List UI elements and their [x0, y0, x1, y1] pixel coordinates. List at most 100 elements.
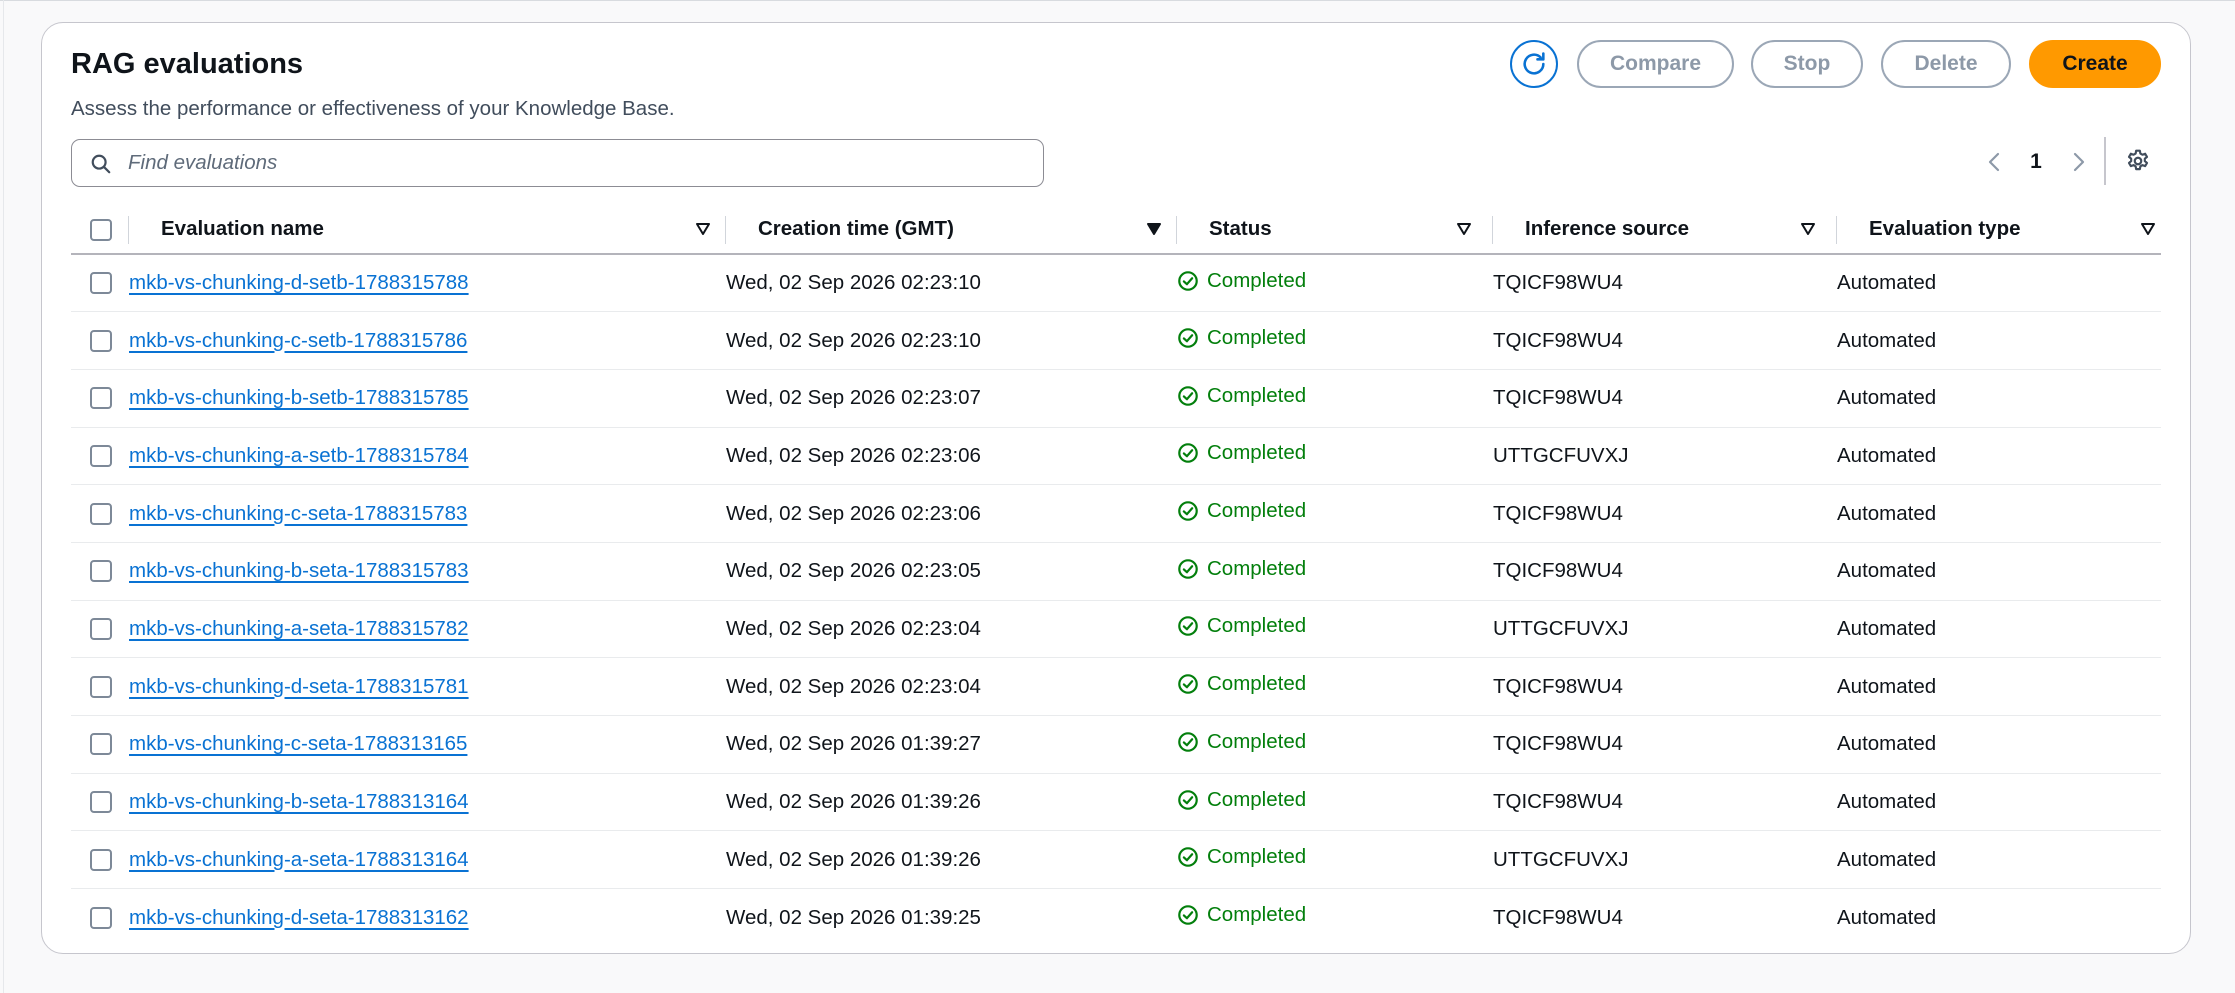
- evaluation-name-link[interactable]: mkb-vs-chunking-c-seta-1788313165: [129, 732, 467, 755]
- search-input[interactable]: [126, 146, 1026, 180]
- table-row: mkb-vs-chunking-a-seta-1788313164 Wed, 0…: [71, 830, 2161, 890]
- check-circle-icon: [1178, 328, 1198, 348]
- row-checkbox[interactable]: [90, 791, 112, 814]
- status-indicator: Completed: [1177, 326, 1306, 350]
- evaluation-name-link[interactable]: mkb-vs-chunking-d-setb-1788315788: [129, 271, 469, 294]
- inference-source-cell: TQICF98WU4: [1493, 542, 1837, 601]
- status-indicator: Completed: [1177, 614, 1306, 638]
- status-text: Completed: [1207, 556, 1307, 580]
- table-row: mkb-vs-chunking-d-setb-1788315788 Wed, 0…: [71, 254, 2161, 313]
- status-indicator: Completed: [1177, 384, 1306, 408]
- row-checkbox[interactable]: [90, 675, 112, 698]
- row-checkbox[interactable]: [90, 733, 112, 756]
- delete-button[interactable]: Delete: [1881, 40, 2011, 88]
- status-cell: Completed: [1177, 369, 1493, 428]
- search-box[interactable]: [71, 139, 1044, 187]
- inference-source-cell: TQICF98WU4: [1493, 369, 1837, 428]
- creation-time-cell: Wed, 02 Sep 2026 02:23:06: [726, 427, 1177, 486]
- row-select-cell: [71, 369, 129, 428]
- column-header-label: Creation time (GMT): [758, 217, 954, 240]
- row-checkbox[interactable]: [90, 444, 112, 467]
- evaluation-name-cell: mkb-vs-chunking-b-setb-1788315785: [129, 369, 726, 428]
- inference-source-cell: UTTGCFUVXJ: [1493, 427, 1837, 486]
- column-header-inference-source[interactable]: Inference source: [1493, 206, 1837, 255]
- sort-unsorted-icon[interactable]: [2139, 220, 2157, 238]
- inference-source-cell: TQICF98WU4: [1493, 484, 1837, 543]
- row-checkbox[interactable]: [90, 329, 112, 352]
- evaluation-type-cell: Automated: [1837, 773, 2161, 832]
- row-select-cell: [71, 427, 129, 486]
- table-row: mkb-vs-chunking-d-seta-1788313162 Wed, 0…: [71, 889, 2161, 947]
- evaluation-type-cell: Automated: [1837, 311, 2161, 370]
- evaluation-name-cell: mkb-vs-chunking-c-seta-1788313165: [129, 715, 726, 774]
- row-checkbox[interactable]: [90, 272, 112, 295]
- evaluation-name-link[interactable]: mkb-vs-chunking-c-seta-1788315783: [129, 502, 467, 525]
- column-header-creation-time[interactable]: Creation time (GMT): [726, 206, 1177, 255]
- sort-unsorted-icon[interactable]: [694, 220, 712, 238]
- search-icon: [91, 154, 111, 174]
- evaluation-type-cell: Automated: [1837, 657, 2161, 716]
- evaluation-type-cell: Automated: [1837, 905, 1937, 929]
- stop-button[interactable]: Stop: [1751, 40, 1863, 88]
- status-text: Completed: [1207, 787, 1307, 811]
- status-text: Completed: [1207, 383, 1307, 407]
- compare-button[interactable]: Compare: [1577, 40, 1734, 88]
- create-button[interactable]: Create: [2029, 40, 2161, 88]
- status-text: Completed: [1207, 614, 1307, 638]
- status-indicator: Completed: [1177, 672, 1306, 696]
- evaluation-name-link[interactable]: mkb-vs-chunking-a-seta-1788313164: [129, 848, 469, 871]
- sort-descending-icon[interactable]: [1145, 220, 1163, 238]
- column-header-label: Evaluation type: [1869, 217, 2021, 240]
- row-checkbox[interactable]: [90, 387, 112, 410]
- select-all-checkbox[interactable]: [90, 218, 112, 241]
- creation-time-cell: Wed, 02 Sep 2026 02:23:10: [726, 311, 1177, 370]
- page-left-border: [3, 0, 4, 993]
- refresh-button[interactable]: [1510, 40, 1558, 88]
- row-select-cell: [71, 657, 129, 716]
- row-select-cell: [71, 715, 129, 774]
- row-checkbox[interactable]: [90, 502, 112, 525]
- evaluation-name-link[interactable]: mkb-vs-chunking-a-setb-1788315784: [129, 444, 469, 467]
- current-page-number[interactable]: 1: [2026, 147, 2046, 177]
- column-header-evaluation-name[interactable]: Evaluation name: [129, 206, 726, 255]
- creation-time-cell: Wed, 02 Sep 2026 01:39:25: [726, 905, 981, 929]
- evaluation-name-link[interactable]: mkb-vs-chunking-b-seta-1788313164: [129, 790, 469, 813]
- status-cell: Completed: [1177, 600, 1493, 659]
- evaluation-type-cell: Automated: [1837, 715, 2161, 774]
- row-checkbox[interactable]: [90, 560, 112, 583]
- evaluation-name-link[interactable]: mkb-vs-chunking-b-setb-1788315785: [129, 386, 469, 409]
- status-cell: Completed: [1177, 773, 1493, 832]
- table-row: mkb-vs-chunking-c-setb-1788315786 Wed, 0…: [71, 311, 2161, 370]
- evaluations-table: Evaluation name Creation time (GMT) Stat…: [71, 206, 2161, 946]
- table-row: mkb-vs-chunking-c-seta-1788313165 Wed, 0…: [71, 715, 2161, 774]
- column-header-evaluation-type[interactable]: Evaluation type: [1837, 206, 2161, 255]
- table-row: mkb-vs-chunking-a-setb-1788315784 Wed, 0…: [71, 427, 2161, 486]
- status-indicator: Completed: [1177, 557, 1306, 581]
- sort-unsorted-icon[interactable]: [1455, 220, 1473, 238]
- gear-icon[interactable]: [2125, 148, 2151, 174]
- table-row: mkb-vs-chunking-a-seta-1788315782 Wed, 0…: [71, 600, 2161, 659]
- status-cell: Completed: [1177, 715, 1493, 774]
- evaluation-name-link[interactable]: mkb-vs-chunking-a-seta-1788315782: [129, 617, 469, 640]
- evaluation-name-link[interactable]: mkb-vs-chunking-d-seta-1788315781: [129, 675, 469, 698]
- check-circle-icon: [1178, 385, 1198, 406]
- next-page-icon[interactable]: [2068, 150, 2088, 174]
- evaluation-name-link[interactable]: mkb-vs-chunking-d-seta-1788313162: [129, 906, 469, 929]
- sort-unsorted-icon[interactable]: [1799, 220, 1817, 238]
- previous-page-icon[interactable]: [1985, 150, 2005, 174]
- row-checkbox[interactable]: [90, 617, 112, 640]
- status-indicator: Completed: [1177, 730, 1306, 754]
- evaluation-type-cell: Automated: [1837, 600, 2161, 659]
- table-header-row: Evaluation name Creation time (GMT) Stat…: [71, 206, 2161, 255]
- row-select-cell: [71, 773, 129, 832]
- evaluation-name-link[interactable]: mkb-vs-chunking-b-seta-1788315783: [129, 559, 469, 582]
- row-checkbox[interactable]: [90, 848, 112, 871]
- creation-time-cell: Wed, 02 Sep 2026 02:23:05: [726, 542, 1177, 601]
- table-row: mkb-vs-chunking-b-setb-1788315785 Wed, 0…: [71, 369, 2161, 428]
- evaluation-name-link[interactable]: mkb-vs-chunking-c-setb-1788315786: [129, 329, 467, 352]
- row-select-cell: [71, 542, 129, 601]
- row-checkbox[interactable]: [90, 906, 112, 929]
- evaluation-name-cell: mkb-vs-chunking-d-setb-1788315788: [129, 254, 726, 313]
- evaluation-name-cell: mkb-vs-chunking-a-seta-1788315782: [129, 600, 726, 659]
- column-header-status[interactable]: Status: [1177, 206, 1493, 255]
